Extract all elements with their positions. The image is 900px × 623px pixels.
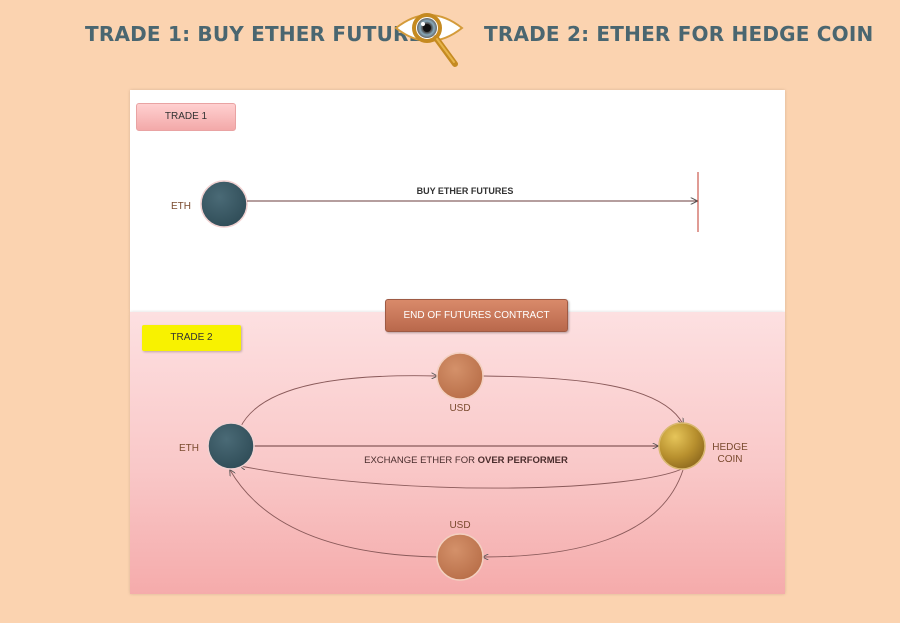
hedge-to-usd-arrow (483, 469, 684, 557)
hedge-coin-label-line1: HEDGE (712, 442, 748, 453)
eth-to-usd-arrow (239, 376, 437, 429)
exchange-label-bold: OVER PERFORMER (478, 455, 568, 466)
trade1-eth-node (200, 180, 248, 228)
usd-bottom-label: USD (449, 520, 470, 531)
exchange-label: EXCHANGE ETHER FOR OVER PERFORMER (364, 455, 568, 466)
usd-bottom-node (436, 533, 484, 581)
trade2-tag: TRADE 2 (142, 325, 241, 351)
exchange-label-prefix: EXCHANGE ETHER FOR (364, 455, 478, 466)
trade1-eth-label: ETH (171, 201, 191, 212)
hedge-to-eth-arrow (240, 466, 685, 489)
hedge-coin-node (658, 422, 706, 470)
trade2-eth-node (207, 422, 255, 470)
usd-to-hedge-arrow (482, 375, 683, 424)
hedge-coin-label-line2: COIN (718, 454, 743, 465)
buy-futures-label: BUY ETHER FUTURES (417, 186, 514, 196)
usd-top-node (436, 352, 484, 400)
usd-to-eth-arrow (230, 470, 438, 558)
trade1-tag: TRADE 1 (136, 103, 236, 131)
end-of-futures-contract-tag: END OF FUTURES CONTRACT (385, 299, 568, 332)
trade2-eth-label: ETH (179, 443, 199, 454)
usd-top-label: USD (449, 403, 470, 414)
